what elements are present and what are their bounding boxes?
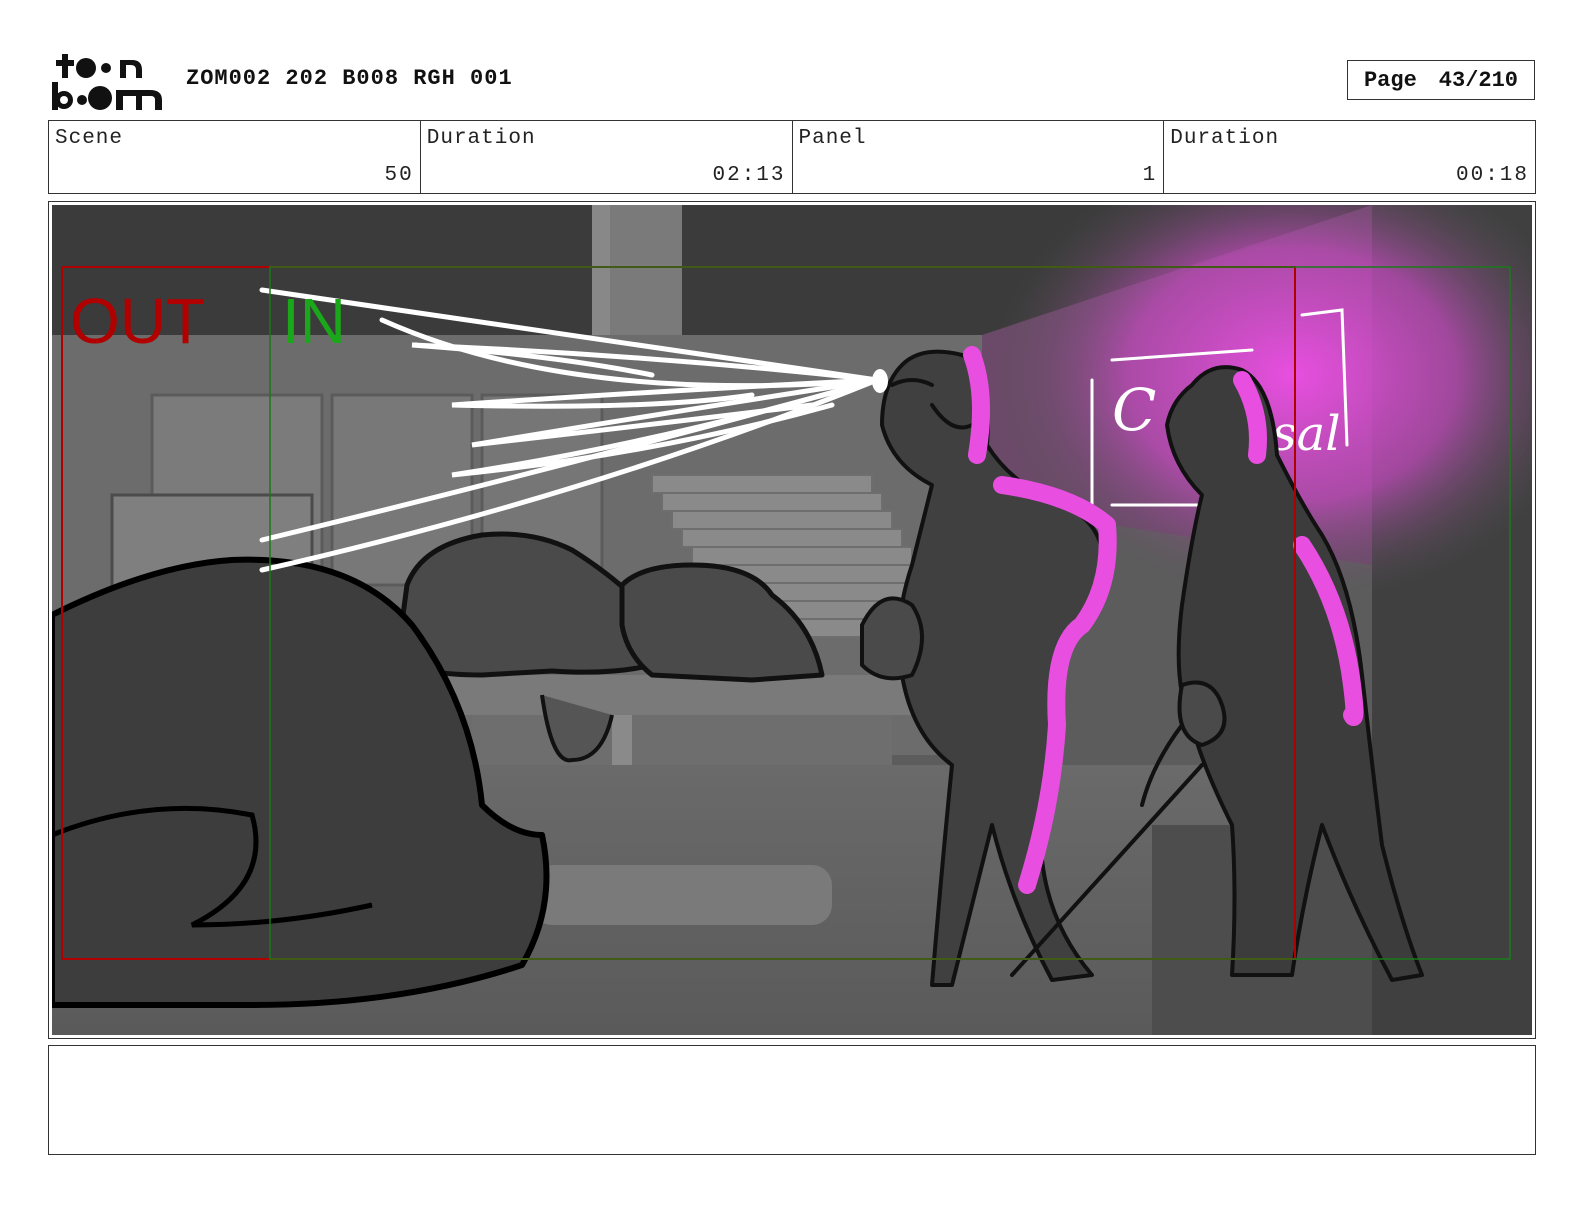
toon-boom-logo — [50, 50, 166, 112]
panel-cell: Panel 1 — [793, 121, 1165, 193]
panel-duration-cell: Duration 00:18 — [1164, 121, 1535, 193]
sign-text-1: C — [1112, 376, 1156, 444]
scene-duration-value: 02:13 — [712, 164, 786, 187]
panel-duration-value: 00:18 — [1455, 164, 1529, 187]
scene-duration-cell: Duration 02:13 — [421, 121, 793, 193]
panel-notes-box[interactable] — [48, 1045, 1536, 1155]
project-id: ZOM002 202 B008 RGH 001 — [186, 66, 513, 91]
panel-info-table: Scene 50 Duration 02:13 Panel 1 Duration… — [48, 120, 1536, 194]
out-label: OUT — [70, 285, 205, 357]
panel-value: 1 — [1142, 164, 1158, 187]
scene-duration-label: Duration — [426, 127, 536, 150]
storyboard-panel-image: C sal OUT IN — [52, 205, 1532, 1035]
sign-text-2: sal — [1272, 406, 1341, 462]
scene-label: Scene — [55, 127, 124, 150]
panel-label: Panel — [798, 127, 867, 150]
page-number: 43/210 — [1438, 67, 1519, 93]
page-label: Page — [1363, 67, 1417, 93]
panel-duration-label: Duration — [1170, 127, 1280, 150]
page-indicator: Page 43/210 — [1347, 60, 1535, 100]
scene-value: 50 — [384, 164, 414, 187]
in-label: IN — [282, 285, 346, 357]
scene-cell: Scene 50 — [49, 121, 421, 193]
